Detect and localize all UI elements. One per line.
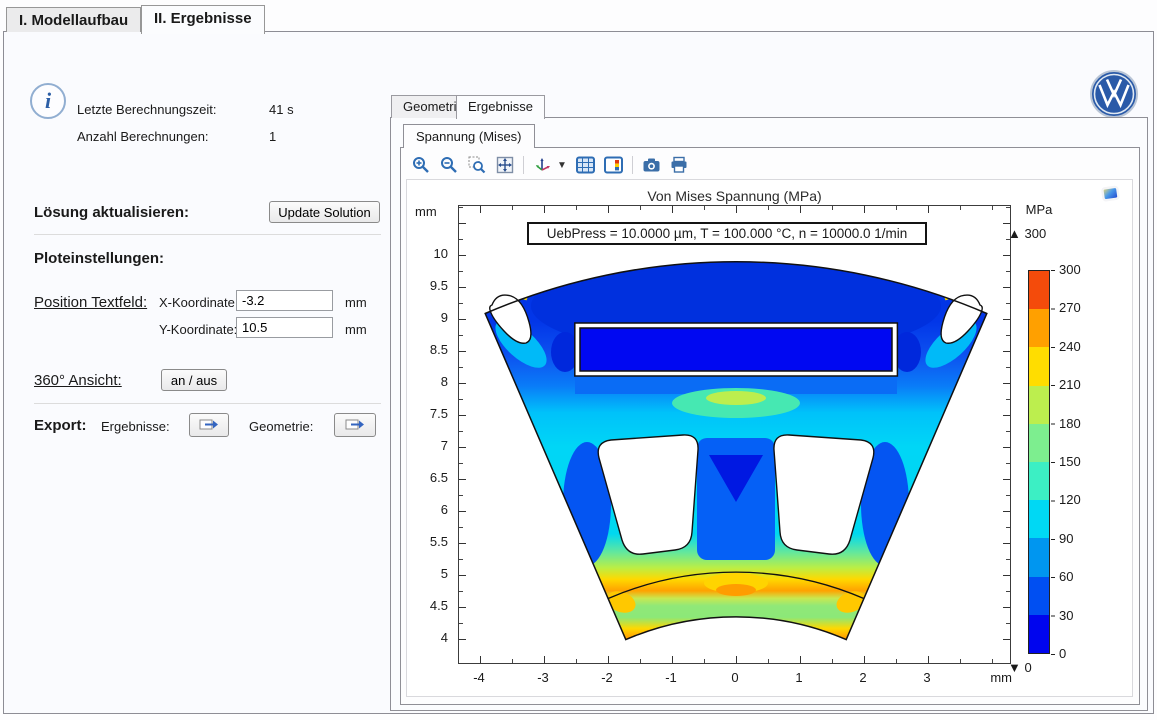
x-tick-label: -4 [462, 670, 496, 685]
colorbar-tick-label: 210 [1059, 377, 1095, 393]
show-legend-icon[interactable] [604, 156, 623, 175]
view-orientation-icon[interactable] [533, 156, 552, 175]
y-axis-unit: mm [415, 204, 437, 219]
tab-ergebnisse[interactable]: II. Ergebnisse [141, 5, 265, 34]
export-geometry-label: Geometrie: [249, 419, 313, 434]
x-tick-label: 2 [846, 670, 880, 685]
x-tick-label: 0 [718, 670, 752, 685]
colorbar-tick-label: 90 [1059, 531, 1095, 547]
export-results-button[interactable] [189, 413, 229, 437]
computation-count-value: 1 [269, 129, 276, 144]
colorbar-tick-label: 0 [1059, 646, 1095, 662]
y-tick-label: 6 [408, 502, 448, 518]
stress-surface-plot [459, 206, 1012, 665]
update-solution-button[interactable]: Update Solution [269, 201, 380, 223]
axis-frame [458, 205, 1011, 664]
vw-logo [1090, 70, 1138, 118]
y-tick-label: 5 [408, 566, 448, 582]
last-computation-label: Letzte Berechnungszeit: [77, 102, 216, 117]
export-geometry-button[interactable] [334, 413, 376, 437]
divider [34, 403, 381, 404]
parameter-annotation: UebPress = 10.0000 µm, T = 100.000 °C, n… [527, 222, 927, 245]
position-textfield-label: Position Textfeld: [34, 294, 147, 311]
colorbar-tick-label: 60 [1059, 569, 1095, 585]
colorbar-tick-label: 270 [1059, 300, 1095, 316]
y-coordinate-label: Y-Koordinate: [159, 322, 237, 337]
x-tick-label: 3 [910, 670, 944, 685]
colorbar [1028, 270, 1050, 654]
plot-panel: ▼ Von Mises Spannung (MPa) mm [400, 147, 1140, 705]
x-coordinate-label: X-Koordinate: [159, 295, 239, 310]
y-coordinate-unit: mm [345, 322, 367, 337]
tab-modellaufbau[interactable]: I. Modellaufbau [6, 7, 141, 32]
colorbar-unit: MPa [1020, 202, 1058, 217]
x-coordinate-input[interactable] [236, 290, 333, 311]
colorbar-tick-label: 300 [1059, 262, 1095, 278]
export-icon [199, 418, 219, 432]
x-coordinate-unit: mm [345, 295, 367, 310]
plot-window-icon[interactable] [1100, 184, 1122, 204]
y-tick-label: 8.5 [408, 342, 448, 358]
plot-title: Von Mises Spannung (MPa) [458, 188, 1011, 204]
last-computation-value: 41 s [269, 102, 294, 117]
view-360-label: 360° Ansicht: [34, 372, 122, 389]
show-grid-icon[interactable] [576, 156, 595, 175]
info-icon: i [30, 83, 66, 119]
y-tick-label: 4.5 [408, 598, 448, 614]
x-tick-label: 1 [782, 670, 816, 685]
zoom-extents-icon[interactable] [495, 156, 514, 175]
y-tick-label: 9 [408, 310, 448, 326]
computation-count-label: Anzahl Berechnungen: [77, 129, 209, 144]
y-tick-label: 5.5 [408, 534, 448, 550]
y-tick-label: 4 [408, 630, 448, 646]
colorbar-tick-label: 240 [1059, 339, 1095, 355]
y-tick-label: 9.5 [408, 278, 448, 294]
chevron-down-icon[interactable]: ▼ [557, 160, 567, 171]
zoom-in-icon[interactable] [411, 156, 430, 175]
update-solution-section-label: Lösung aktualisieren: [34, 204, 189, 221]
colorbar-max-marker: ▲ 300 [1008, 226, 1046, 241]
tab-spannung-mises[interactable]: Spannung (Mises) [403, 124, 535, 148]
x-axis-unit: mm [972, 670, 1012, 685]
y-tick-label: 8 [408, 374, 448, 390]
colorbar-ticks [1051, 270, 1055, 656]
x-tick-label: -2 [590, 670, 624, 685]
y-coordinate-input[interactable] [236, 317, 333, 338]
x-tick-label: -1 [654, 670, 688, 685]
plot-settings-label: Ploteinstellungen: [34, 250, 164, 267]
export-icon [345, 418, 365, 432]
colorbar-min-marker: ▼ 0 [1008, 660, 1032, 675]
toolbar-separator [632, 156, 633, 174]
colorbar-tick-label: 180 [1059, 416, 1095, 432]
export-results-label: Ergebnisse: [101, 419, 170, 434]
y-tick-label: 6.5 [408, 470, 448, 486]
colorbar-tick-label: 30 [1059, 608, 1095, 624]
divider [34, 234, 381, 235]
x-tick-label: -3 [526, 670, 560, 685]
export-section-label: Export: [34, 417, 87, 434]
results-groupbox: Spannung (Mises) ▼ [390, 117, 1148, 711]
y-tick-label: 7 [408, 438, 448, 454]
colorbar-tick-label: 120 [1059, 492, 1095, 508]
y-tick-label: 7.5 [408, 406, 448, 422]
colorbar-tick-label: 150 [1059, 454, 1095, 470]
view-360-toggle-button[interactable]: an / aus [161, 369, 227, 391]
plot-canvas[interactable]: Von Mises Spannung (MPa) mm mm [406, 179, 1133, 697]
tab-ergebnisse-inner[interactable]: Ergebnisse [456, 95, 545, 119]
zoom-out-icon[interactable] [439, 156, 458, 175]
snapshot-camera-icon[interactable] [642, 156, 661, 175]
zoom-box-icon[interactable] [467, 156, 486, 175]
plot-toolbar: ▼ [405, 151, 689, 179]
toolbar-separator [523, 156, 524, 174]
print-icon[interactable] [670, 156, 689, 175]
y-tick-label: 10 [408, 246, 448, 262]
